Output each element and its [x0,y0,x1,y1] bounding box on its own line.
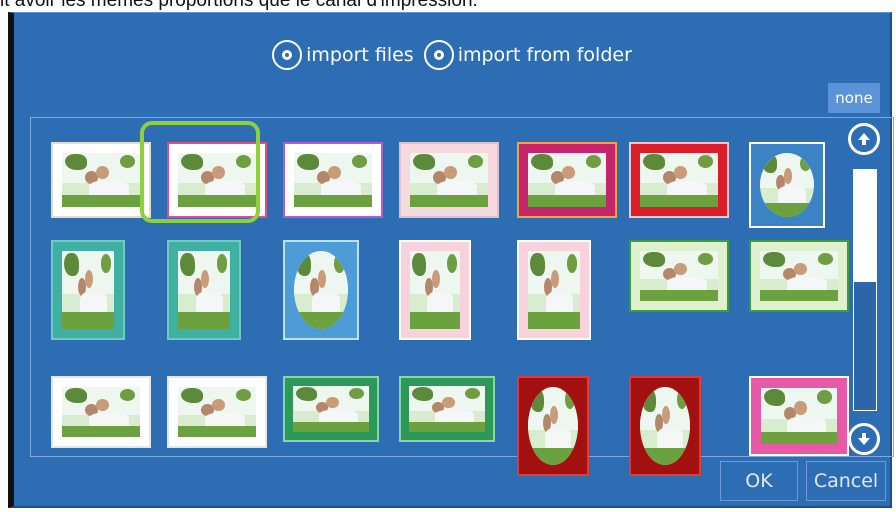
template-thumbnail[interactable] [283,142,383,218]
gear-icon [423,40,454,70]
template-thumbnail[interactable] [517,376,589,476]
template-thumbnail[interactable] [399,142,499,218]
template-thumbnail[interactable] [283,240,359,340]
scroll-down-button[interactable] [848,423,880,455]
gallery-scrollbar[interactable] [841,123,887,459]
template-photo [62,251,114,329]
template-thumbnail[interactable] [517,142,617,218]
template-photo [760,251,838,301]
scroll-thumb[interactable] [854,170,876,282]
template-thumbnail[interactable] [167,376,267,448]
template-photo [293,386,369,432]
import-from-folder-button[interactable]: import from folder [423,40,632,70]
template-photo [640,251,718,301]
template-photo [640,387,690,465]
template-photo [178,251,230,329]
scroll-track[interactable] [853,169,877,411]
template-photo [409,386,485,432]
import-toolbar: import files import from folder [14,37,890,73]
template-thumbnail[interactable] [749,240,849,312]
template-photo [178,387,256,437]
cancel-button[interactable]: Cancel [806,461,886,501]
template-picker-dialog: import files import from folder none OK … [8,12,894,508]
arrow-up-icon [858,133,870,145]
template-photo [528,251,580,329]
import-from-folder-label: import from folder [457,44,632,66]
template-photo [760,153,814,217]
template-thumbnail[interactable] [629,376,701,476]
template-photo [410,251,460,329]
import-files-button[interactable]: import files [272,40,414,70]
template-thumbnail[interactable] [629,240,729,312]
template-thumbnail[interactable] [167,240,241,340]
template-photo [528,387,578,465]
import-files-label: import files [306,44,414,66]
template-thumbnail[interactable] [749,142,825,228]
template-photo [528,153,606,207]
template-photo [62,387,140,437]
template-photo [410,153,488,207]
ok-button[interactable]: OK [720,461,798,501]
none-button[interactable]: none [828,83,880,113]
template-thumbnail[interactable] [51,240,125,340]
document-caption: it avoir les mêmes proportions que le ca… [0,0,478,11]
template-photo [294,251,348,329]
template-thumbnail[interactable] [283,376,379,442]
template-thumbnail[interactable] [399,240,471,340]
gear-icon [272,40,303,70]
template-photo [294,153,372,207]
template-photo [62,153,140,207]
template-thumbnail[interactable] [629,142,729,218]
selected-template-highlight [140,121,260,223]
scroll-up-button[interactable] [848,123,880,155]
template-thumbnail[interactable] [51,376,151,448]
template-photo [761,388,837,444]
template-thumbnail[interactable] [749,376,849,456]
template-photo [640,153,718,207]
arrow-down-icon [858,433,870,445]
template-thumbnail[interactable] [51,142,151,218]
template-thumbnail[interactable] [517,240,591,340]
template-thumbnail[interactable] [399,376,495,442]
